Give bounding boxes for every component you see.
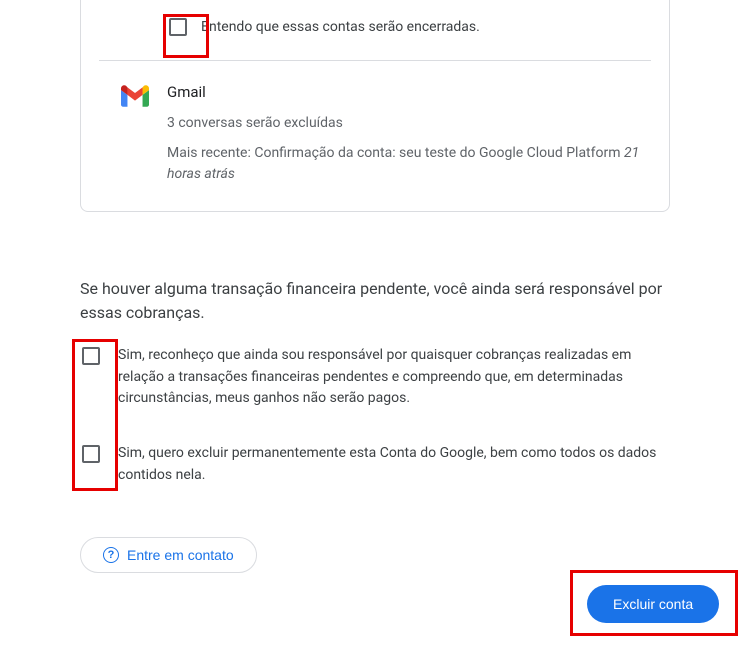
help-circle-icon: ? [103, 547, 119, 563]
gmail-icon [121, 85, 149, 107]
contact-button[interactable]: ? Entre em contato [80, 537, 257, 573]
understand-label: Entendo que essas contas serão encerrada… [201, 19, 480, 35]
ack-charges-label: Sim, reconheço que ainda sou responsável… [118, 345, 670, 410]
account-closure-card: Entendo que essas contas serão encerrada… [80, 0, 670, 212]
understand-checkbox[interactable] [169, 18, 187, 36]
ack-delete-label: Sim, quero excluir permanentemente esta … [118, 443, 670, 486]
pending-transactions-text: Se houver alguma transação financeira pe… [80, 277, 670, 325]
gmail-recent: Mais recente: Confirmação da conta: seu … [167, 143, 651, 185]
gmail-sub: 3 conversas serão excluídas [167, 115, 651, 131]
ack-delete-row: Sim, quero excluir permanentemente esta … [82, 443, 670, 486]
ack-charges-checkbox[interactable] [82, 347, 100, 365]
gmail-section: Gmail 3 conversas serão excluídas Mais r… [81, 61, 669, 211]
delete-account-button[interactable]: Excluir conta [587, 585, 719, 623]
understand-row: Entendo que essas contas serão encerrada… [81, 0, 669, 60]
gmail-info: Gmail 3 conversas serão excluídas Mais r… [167, 83, 651, 185]
recent-subject: Confirmação da conta: seu teste do Googl… [254, 145, 620, 161]
contact-label: Entre em contato [127, 547, 234, 563]
ack-charges-row: Sim, reconheço que ainda sou responsável… [82, 345, 670, 410]
gmail-title: Gmail [167, 83, 651, 101]
delete-label: Excluir conta [613, 596, 693, 612]
ack-delete-checkbox[interactable] [82, 445, 100, 463]
recent-prefix: Mais recente: [167, 145, 254, 161]
